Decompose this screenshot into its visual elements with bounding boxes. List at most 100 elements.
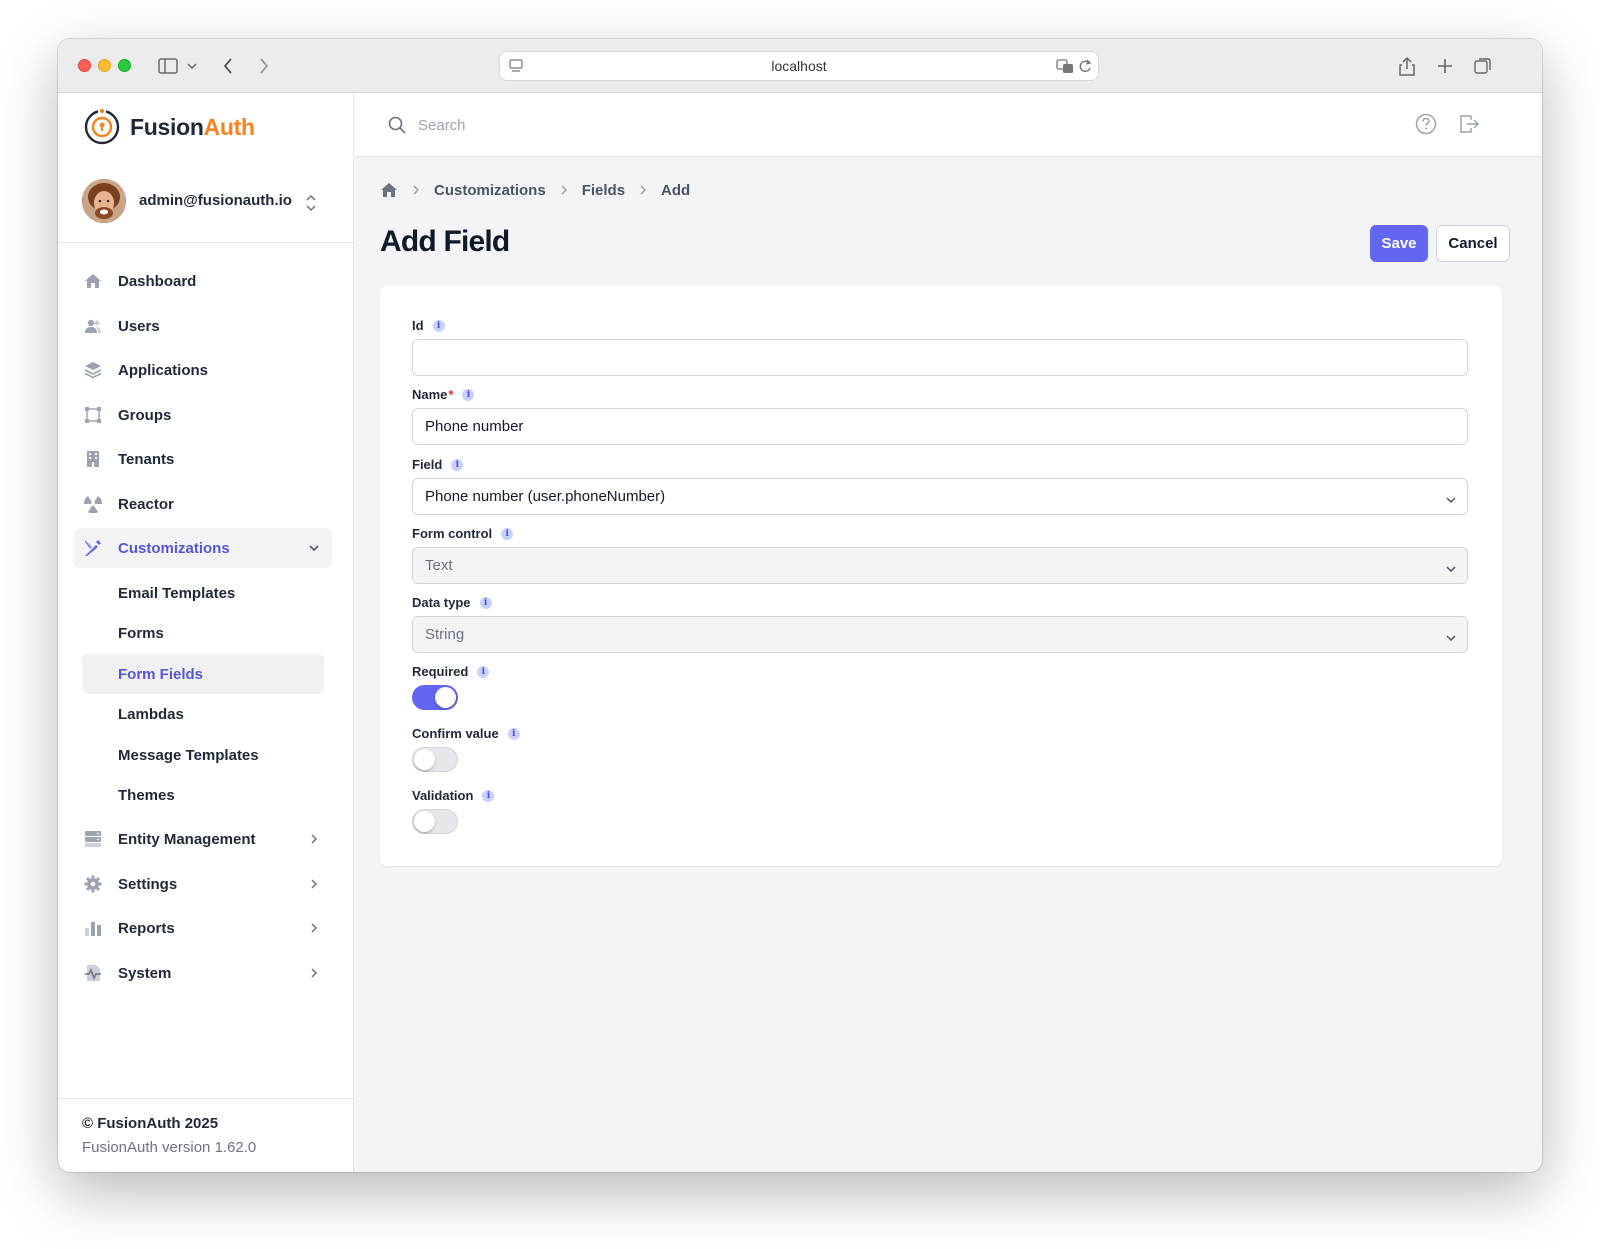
address-text: localhost [771, 58, 827, 74]
confirm-value-toggle[interactable] [412, 747, 458, 772]
new-tab-icon[interactable] [1434, 54, 1456, 78]
brand-name-part1: Fusion [130, 113, 204, 140]
entity-icon [84, 830, 102, 848]
sidebar: FusionAuth admin@fusionauth.io Dashboard… [58, 93, 354, 1172]
share-icon[interactable] [1396, 54, 1418, 78]
sidebar-item-dashboard[interactable]: Dashboard [74, 261, 332, 301]
close-window-button[interactable] [78, 59, 91, 72]
chevron-down-icon[interactable] [186, 54, 198, 78]
form-control-select-value: Text [425, 557, 453, 574]
tab-overview-icon[interactable] [1472, 54, 1494, 78]
sidebar-item-users[interactable]: Users [74, 306, 332, 346]
sidebar-item-reactor[interactable]: Reactor [74, 484, 332, 524]
info-icon[interactable]: i [451, 458, 464, 471]
sidebar-subitem-email-templates[interactable]: Email Templates [82, 573, 324, 613]
info-icon[interactable]: i [462, 388, 475, 401]
data-type-select-value: String [425, 626, 465, 643]
data-type-label: Data type i [412, 595, 492, 610]
reports-icon [84, 919, 102, 937]
id-label-text: Id [412, 318, 424, 333]
name-label-text: Name [412, 387, 448, 402]
field-select[interactable]: Phone number (user.phoneNumber) [412, 478, 1468, 515]
sidebar-item-label: Reactor [118, 495, 174, 513]
name-input[interactable] [412, 408, 1468, 445]
cancel-button[interactable]: Cancel [1436, 225, 1510, 262]
groups-icon [84, 406, 102, 424]
layers-icon [84, 361, 102, 379]
info-icon[interactable]: i [501, 527, 514, 540]
building-icon [84, 450, 102, 468]
search-input[interactable] [418, 111, 1018, 139]
sidebar-subitem-themes[interactable]: Themes [82, 775, 324, 815]
breadcrumb-fields[interactable]: Fields [582, 182, 625, 199]
chevron-right-icon [308, 966, 320, 983]
validation-toggle[interactable] [412, 809, 458, 834]
chevron-up-down-icon[interactable] [305, 193, 317, 218]
toggle-knob [435, 687, 456, 708]
sidebar-toggle-icon[interactable] [156, 54, 180, 78]
reactor-icon [84, 495, 102, 513]
customizations-icon [84, 539, 102, 557]
fusionauth-logo[interactable]: FusionAuth [82, 107, 255, 147]
logout-icon[interactable] [1458, 113, 1480, 140]
system-icon [84, 964, 102, 982]
chevron-right-icon [560, 184, 568, 196]
sidebar-subitem-form-fields[interactable]: Form Fields [82, 653, 324, 694]
form-control-label: Form control i [412, 526, 514, 541]
sidebar-item-applications[interactable]: Applications [74, 350, 332, 390]
info-icon[interactable]: i [482, 789, 495, 802]
sidebar-subitem-label: Email Templates [118, 584, 236, 602]
page-title: Add Field [380, 225, 510, 258]
sidebar-subitem-lambdas[interactable]: Lambdas [82, 694, 324, 734]
brand-name-part2: Auth [203, 113, 255, 140]
sidebar-item-settings[interactable]: Settings [74, 864, 332, 904]
chevron-right-icon [308, 832, 320, 849]
required-toggle[interactable] [412, 685, 458, 710]
help-icon[interactable] [1415, 113, 1437, 140]
form-control-select[interactable]: Text [412, 547, 1468, 584]
address-bar[interactable]: localhost [499, 51, 1099, 81]
sidebar-item-entity-management[interactable]: Entity Management [74, 819, 332, 859]
sidebar-item-customizations[interactable]: Customizations [74, 528, 332, 568]
info-icon[interactable]: i [432, 319, 445, 332]
gear-icon [84, 875, 102, 893]
sidebar-item-label: Users [118, 317, 160, 335]
required-label: Required i [412, 664, 490, 679]
browser-titlebar: localhost [58, 39, 1542, 93]
sidebar-item-label: Applications [118, 362, 209, 379]
id-input[interactable] [412, 339, 1468, 376]
name-label: Name * i [412, 387, 475, 402]
field-select-value: Phone number (user.phoneNumber) [425, 488, 666, 505]
field-label-text: Field [412, 457, 443, 472]
chevron-right-icon [412, 184, 420, 196]
info-icon[interactable]: i [477, 665, 490, 678]
maximize-window-button[interactable] [118, 59, 131, 72]
breadcrumb-customizations[interactable]: Customizations [434, 182, 546, 199]
info-icon[interactable]: i [507, 727, 520, 740]
data-type-select[interactable]: String [412, 616, 1468, 653]
info-icon[interactable]: i [479, 596, 492, 609]
page-settings-icon[interactable] [508, 58, 524, 77]
form-card: Id i Name* i Field i Phone number (user.… [380, 286, 1502, 866]
sidebar-item-system[interactable]: System [74, 953, 332, 993]
breadcrumb: Customizations Fields Add [380, 181, 690, 199]
chevron-right-icon [639, 184, 647, 196]
users-icon [84, 317, 102, 335]
sidebar-item-tenants[interactable]: Tenants [74, 439, 332, 479]
reload-icon[interactable] [1078, 58, 1092, 77]
save-button[interactable]: Save [1370, 225, 1428, 262]
back-icon[interactable] [218, 54, 238, 78]
home-icon[interactable] [380, 181, 398, 199]
chevron-down-icon [1445, 630, 1457, 647]
sidebar-subitem-label: Forms [118, 625, 164, 642]
sidebar-subitem-message-templates[interactable]: Message Templates [82, 735, 324, 775]
minimize-window-button[interactable] [98, 59, 111, 72]
sidebar-subitem-forms[interactable]: Forms [82, 613, 324, 653]
sidebar-item-reports[interactable]: Reports [74, 908, 332, 948]
chevron-down-icon [1445, 561, 1457, 578]
sidebar-subitem-label: Themes [118, 787, 175, 804]
sidebar-item-groups[interactable]: Groups [74, 395, 332, 435]
forward-icon[interactable] [254, 54, 274, 78]
translate-icon[interactable] [1056, 58, 1074, 77]
user-menu[interactable]: admin@fusionauth.io [58, 171, 354, 243]
